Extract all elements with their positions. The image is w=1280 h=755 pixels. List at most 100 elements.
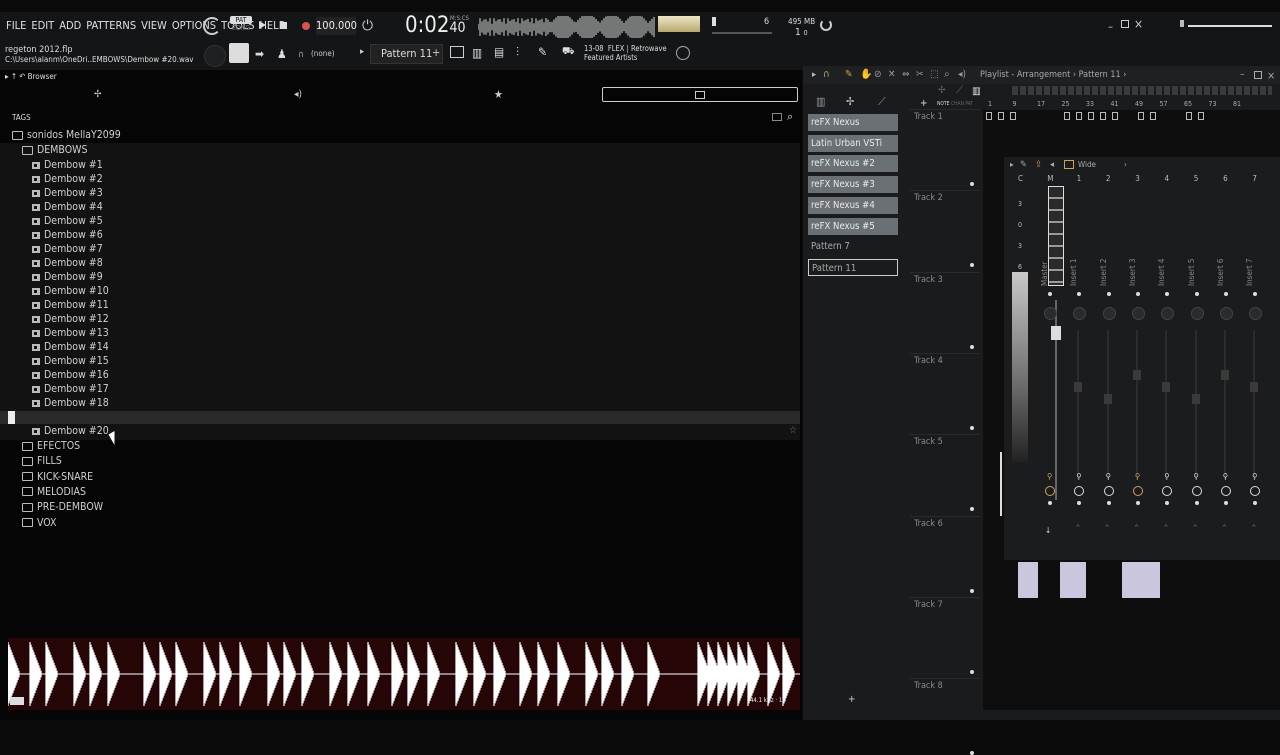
mixer-strip-name[interactable]: Insert 1: [1069, 258, 1078, 286]
playlist-scrollbar[interactable]: [1012, 86, 1272, 95]
playlist-icon[interactable]: [450, 46, 464, 58]
ruler-bar-number[interactable]: 25: [1062, 100, 1070, 108]
channel-button[interactable]: reFX Nexus #3: [808, 176, 898, 194]
track-header[interactable]: Track 6: [914, 519, 943, 529]
pattern-block[interactable]: [1100, 112, 1106, 120]
track-mute-dot[interactable]: [970, 182, 974, 186]
zoom-tool-icon[interactable]: ⌕: [944, 69, 950, 80]
news-panel[interactable]: 13-08 FLEX | Retrowave Featured Artists: [584, 44, 667, 62]
mixer-fx-icon[interactable]: ⚲: [1252, 472, 1257, 481]
channel-button[interactable]: reFX Nexus #5: [808, 217, 898, 235]
browser-file-item[interactable]: Dembow #7: [32, 242, 103, 256]
preview-play-marker[interactable]: [8, 411, 15, 424]
play-icon[interactable]: [259, 21, 266, 29]
browser-folder-item[interactable]: MELODIAS: [22, 485, 86, 499]
pattern-block[interactable]: [1198, 112, 1204, 120]
ruler-bar-number[interactable]: 9: [1013, 100, 1017, 108]
tag-folder-icon[interactable]: [772, 113, 782, 121]
playlist-arrows-icon[interactable]: ✢: [938, 85, 946, 96]
maximize-icon[interactable]: [1121, 20, 1129, 28]
track-mute-dot[interactable]: [970, 669, 974, 674]
snap-arrow-icon[interactable]: ➡: [255, 47, 264, 61]
minimize-icon[interactable]: –: [1108, 20, 1113, 33]
shop-icon[interactable]: ⛟: [562, 46, 575, 59]
channel-button[interactable]: Pattern 7: [808, 238, 898, 255]
menu-edit[interactable]: EDIT: [31, 19, 54, 32]
pattern-block[interactable]: [1112, 112, 1118, 120]
browser-file-item[interactable]: Dembow #10: [32, 284, 109, 298]
mixer-fx-icon[interactable]: ⚲: [1135, 472, 1140, 481]
browser-folder-item[interactable]: FILLS: [22, 454, 62, 468]
wave-icon[interactable]: ✢: [846, 95, 854, 108]
master-volume-slider[interactable]: [1188, 25, 1272, 27]
mixer-pan-knob[interactable]: [1102, 307, 1116, 320]
browser-file-item[interactable]: Dembow #9: [32, 270, 103, 284]
metronome-icon[interactable]: ⏻: [362, 18, 373, 34]
mixer-fader[interactable]: [1191, 394, 1200, 404]
mixer-strip-name[interactable]: Insert 6: [1216, 258, 1225, 286]
browser-folder-item[interactable]: KICK-SNARE: [22, 470, 93, 484]
mixer-route-dot[interactable]: [1048, 501, 1052, 505]
browser-file-item[interactable]: Dembow #12: [32, 312, 109, 326]
browser-sound-icon[interactable]: ◂): [294, 89, 302, 100]
mixer-fx-icon[interactable]: ⚲: [1076, 472, 1081, 481]
magnet-snap-icon[interactable]: ∩: [823, 69, 830, 80]
browser-folder-item[interactable]: PRE-DEMBOW: [22, 500, 103, 514]
track-header[interactable]: Track 1: [914, 112, 943, 122]
browser-file-item[interactable]: Dembow #11: [32, 298, 109, 312]
add-pattern-icon[interactable]: +: [432, 46, 440, 59]
browser-all-icon[interactable]: ✢: [94, 89, 102, 100]
mixer-stereo-knob[interactable]: [1220, 486, 1231, 496]
mixer-pan-knob[interactable]: [1249, 307, 1263, 320]
master-selected-strip[interactable]: [1048, 186, 1064, 286]
slice-tool-icon[interactable]: ✂: [916, 69, 924, 80]
mixer-stereo-knob[interactable]: [1103, 486, 1114, 496]
mixer-enable-dot[interactable]: [1135, 292, 1140, 296]
stamp-icon[interactable]: ♟: [277, 47, 287, 61]
slip-tool-icon[interactable]: ⇔: [902, 69, 910, 80]
pattern-block[interactable]: [1138, 112, 1144, 120]
mixer-preset[interactable]: Wide: [1078, 160, 1096, 169]
mixer-enable-dot[interactable]: [1194, 292, 1199, 296]
channel-rack-icon[interactable]: ▥: [472, 46, 482, 60]
playlist-link-icon[interactable]: ⟋: [956, 85, 963, 96]
mixer-pan-knob[interactable]: [1219, 307, 1233, 320]
plugin-picker-icon[interactable]: ✎: [538, 45, 547, 59]
mixer-fader[interactable]: [1074, 382, 1083, 392]
browser-file-item[interactable]: Dembow #15: [32, 354, 109, 368]
refresh-icon[interactable]: [820, 19, 832, 31]
pattern-clip[interactable]: [1060, 562, 1086, 598]
search-icon[interactable]: ⌕: [787, 110, 793, 124]
pattern-block[interactable]: [998, 112, 1004, 120]
playlist-minimize-icon[interactable]: –: [1240, 69, 1245, 80]
browser-file-item[interactable]: Dembow #18: [32, 396, 109, 410]
mixer-faders-icon[interactable]: ⫶: [516, 45, 519, 60]
mixer-stereo-knob[interactable]: [1132, 486, 1143, 496]
mixer-strip-name[interactable]: Insert 4: [1157, 258, 1166, 286]
mixer-fx-icon[interactable]: ⚲: [1194, 472, 1199, 481]
mixer-tool-icon[interactable]: ✎: [1020, 160, 1027, 170]
cpu-slider[interactable]: [712, 17, 716, 26]
mixer-fx-icon[interactable]: ⚲: [1164, 472, 1169, 481]
mixer-pan-knob[interactable]: [1131, 307, 1145, 320]
browser-file-item[interactable]: Dembow #2: [32, 172, 103, 186]
channel-rack-icon-small[interactable]: ▥: [816, 95, 825, 108]
tree-folder-dembows[interactable]: DEMBOWS: [22, 143, 87, 157]
mixer-route-dot[interactable]: [1194, 501, 1199, 505]
globe-icon[interactable]: [676, 46, 690, 60]
mute-tool-icon[interactable]: ✕: [888, 69, 896, 80]
piano-icon[interactable]: ▥: [972, 86, 981, 97]
track-mute-dot[interactable]: [970, 344, 974, 349]
master-route-icon[interactable]: ↓: [1045, 526, 1051, 535]
pattern-block[interactable]: [1010, 112, 1016, 120]
browser-file-item[interactable]: Dembow #20: [32, 424, 109, 438]
pattern-block[interactable]: [1076, 112, 1082, 120]
record-loop-icon[interactable]: [203, 17, 221, 35]
mixer-icon[interactable]: ▤: [494, 45, 504, 59]
browser-file-item[interactable]: Dembow #13: [32, 326, 109, 340]
browser-file-item[interactable]: Dembow #16: [32, 368, 109, 382]
pencil-tool-icon[interactable]: ✎: [845, 69, 853, 80]
ruler-bar-number[interactable]: 49: [1135, 100, 1143, 108]
mixer-send-arrow-icon[interactable]: ^: [1105, 524, 1110, 532]
mixer-fx-icon[interactable]: ⚲: [1047, 472, 1052, 481]
